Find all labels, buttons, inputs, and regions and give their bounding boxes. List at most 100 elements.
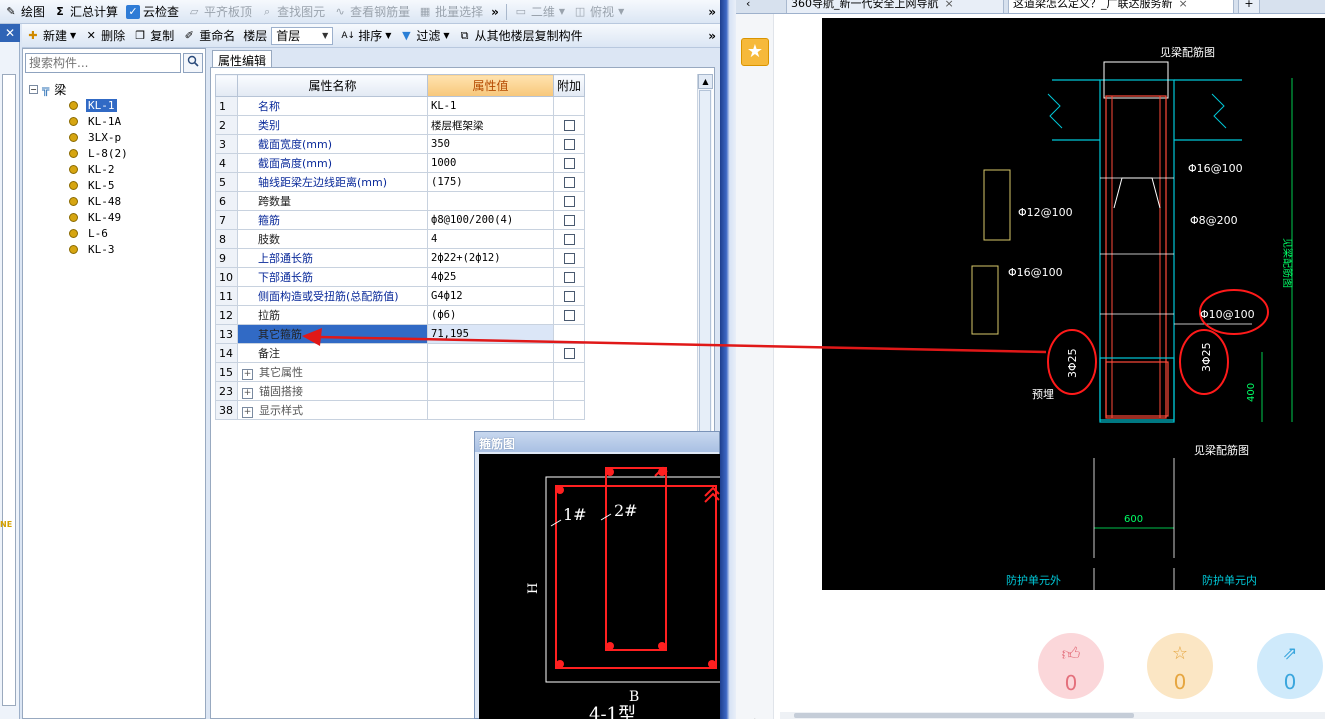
property-value[interactable]: 楼层框架梁 [427,115,554,135]
close-icon[interactable]: ✕ [0,24,20,42]
batch-select-button[interactable]: ▦ 批量选择 [414,1,487,23]
toolbar2-more[interactable]: » [708,29,716,43]
extra-checkbox[interactable] [563,253,575,264]
property-value[interactable] [427,191,554,211]
tree-item[interactable]: KL-1 [29,97,199,113]
find-element-button[interactable]: ⌕ 查找图元 [256,1,329,23]
tree-root-beam[interactable]: − ╦ 梁 [29,81,199,97]
extra-checkbox[interactable] [563,234,575,245]
delete-button[interactable]: ✕ 删除 [80,25,129,47]
property-value[interactable]: G4ф12 [427,286,554,306]
property-row[interactable]: 9 上部通长筋 2ф22+(2ф12) [215,248,585,268]
tree-item[interactable]: KL-1A [29,113,199,129]
property-value[interactable]: (ф6) [427,305,554,325]
property-value[interactable]: 4ф25 [427,267,554,287]
property-value[interactable]: KL-1 [427,96,554,116]
sum-button[interactable]: Σ 汇总计算 [49,1,122,23]
property-row[interactable]: 12 拉筋 (ф6) [215,305,585,325]
sort-button[interactable]: A↓ 排序 ▼ [337,25,395,47]
property-row[interactable]: 2 类别 楼层框架梁 [215,115,585,135]
extra-checkbox[interactable] [563,310,575,321]
extra-checkbox[interactable] [563,272,575,283]
expand-icon[interactable]: + [242,369,253,380]
back-icon[interactable]: ‹ [742,0,776,13]
collapse-icon[interactable]: − [29,84,38,94]
flatten-slab-button[interactable]: ▱ 平齐板顶 [183,1,256,23]
browser-horizontal-scrollbar[interactable] [780,712,1325,719]
tree-item[interactable]: KL-3 [29,241,199,257]
property-row[interactable]: 15 + 其它属性 [215,362,585,382]
floor-select[interactable]: 首层 ▼ [271,26,334,45]
property-row[interactable]: 23 + 锚固搭接 [215,381,585,401]
tree-item[interactable]: 3LX-p [29,129,199,145]
stirrup-window-title[interactable]: 箍筋图 [475,432,719,452]
property-row[interactable]: 8 肢数 4 [215,229,585,249]
tree-item[interactable]: KL-2 [29,161,199,177]
property-row[interactable]: 10 下部通长筋 4ф25 [215,267,585,287]
property-value[interactable] [427,400,554,420]
extra-checkbox[interactable] [563,158,575,169]
tree-item[interactable]: KL-5 [29,177,199,193]
view-rebar-button[interactable]: ∿ 查看钢筋量 [329,1,414,23]
search-icon[interactable] [183,53,203,73]
sidebar-add-button[interactable]: + [748,714,761,719]
tree-item[interactable]: KL-49 [29,209,199,225]
edge-scroll-bar[interactable] [2,74,16,706]
property-row[interactable]: 38 + 显示样式 [215,400,585,420]
browser-tab-360[interactable]: 360导航_新一代安全上网导航 × [786,0,1004,13]
draw-button[interactable]: ✎ 绘图 [0,1,49,23]
property-row[interactable]: 13 其它箍筋 71,195 [215,324,585,344]
rename-button[interactable]: ✐ 重命名 [178,25,239,47]
close-icon[interactable]: × [1179,0,1188,10]
property-value[interactable] [427,362,554,382]
share-button[interactable]: ⇗ 0 [1257,633,1323,699]
favorite-button[interactable]: ☆ 0 [1147,633,1213,699]
tree-item[interactable]: KL-48 [29,193,199,209]
close-icon[interactable]: × [945,0,954,10]
new-tab-button[interactable]: + [1238,0,1260,13]
tree-item[interactable]: L-8(2) [29,145,199,161]
property-value[interactable] [427,381,554,401]
toolbar-more-1[interactable]: » [491,5,499,19]
property-value[interactable]: 1000 [427,153,554,173]
star-icon[interactable]: ★ [741,38,769,66]
property-row[interactable]: 7 箍筋 ф8@100/200(4) [215,210,585,230]
scroll-thumb[interactable] [794,713,1134,718]
new-button[interactable]: ✚ 新建 ▼ [22,25,80,47]
property-value[interactable]: ф8@100/200(4) [427,210,554,230]
extra-checkbox[interactable] [563,120,575,131]
like-button[interactable]: 👍︎ 0 [1038,633,1104,699]
extra-checkbox[interactable] [563,177,575,188]
property-value[interactable]: 350 [427,134,554,154]
scroll-up-icon[interactable]: ▲ [698,74,713,89]
view-top-dropdown[interactable]: ◫ 俯视 ▼ [569,1,628,23]
extra-checkbox[interactable] [563,348,575,359]
toolbar-more-2[interactable]: » [708,5,716,19]
property-value[interactable]: 4 [427,229,554,249]
view-2d-dropdown[interactable]: ▭ 二维 ▼ [510,1,569,23]
browser-tab-question[interactable]: 这道梁怎么定义？_广联达服务新 × [1008,0,1234,13]
component-search-input[interactable] [25,53,181,73]
property-value[interactable] [427,343,554,363]
tree-item[interactable]: L-6 [29,225,199,241]
property-row[interactable]: 11 侧面构造或受扭筋(总配筋值) G4ф12 [215,286,585,306]
tab-property-edit[interactable]: 属性编辑 [212,50,273,68]
property-value[interactable]: 2ф22+(2ф12) [427,248,554,268]
property-value[interactable]: 71,195 [427,324,554,344]
cloud-check-button[interactable]: ✓ 云检查 [122,1,183,23]
copy-button[interactable]: ❐ 复制 [129,25,178,47]
extra-checkbox[interactable] [563,215,575,226]
extra-checkbox[interactable] [563,291,575,302]
extra-checkbox[interactable] [563,139,575,150]
property-row[interactable]: 6 跨数量 [215,191,585,211]
extra-checkbox[interactable] [563,196,575,207]
property-row[interactable]: 5 轴线距梁左边线距离(mm) (175) [215,172,585,192]
filter-button[interactable]: ▼ 过滤 ▼ [395,25,453,47]
expand-icon[interactable]: + [242,407,253,418]
expand-icon[interactable]: + [242,388,253,399]
property-row[interactable]: 4 截面高度(mm) 1000 [215,153,585,173]
property-row[interactable]: 14 备注 [215,343,585,363]
copy-from-floor-button[interactable]: ⧉ 从其他楼层复制构件 [454,25,587,47]
property-row[interactable]: 3 截面宽度(mm) 350 [215,134,585,154]
property-row[interactable]: 1 名称 KL-1 [215,96,585,116]
